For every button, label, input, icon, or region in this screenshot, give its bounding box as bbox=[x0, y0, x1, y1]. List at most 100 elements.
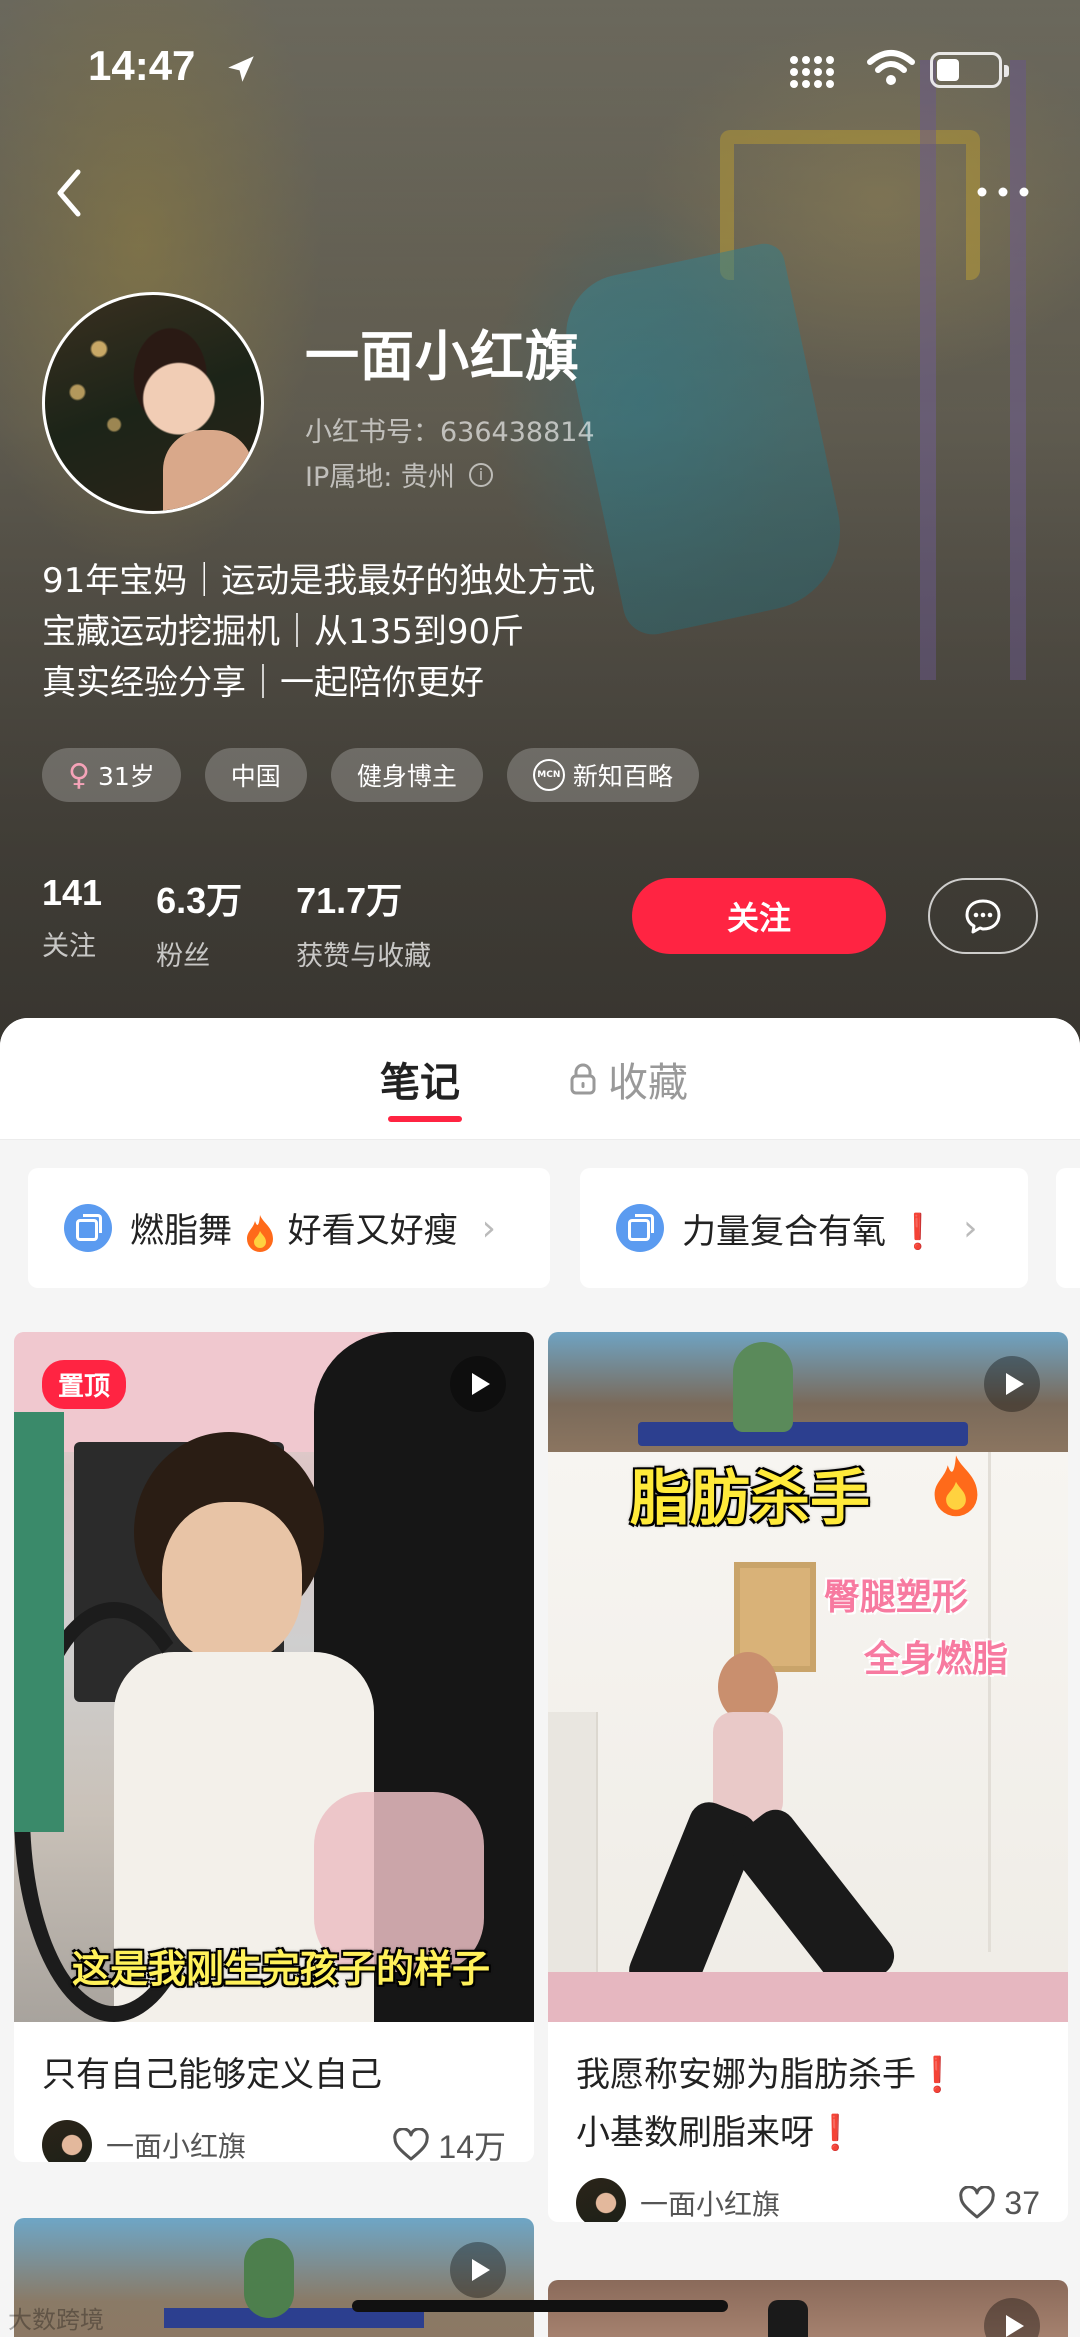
stat-label: 获赞与收藏 bbox=[296, 941, 432, 972]
collection-title-prefix: 力量复合有氧 bbox=[682, 1211, 886, 1252]
tag-profession-label: 健身博主 bbox=[356, 762, 457, 791]
like-button[interactable]: 37 bbox=[958, 2185, 1040, 2222]
ip-location-text: IP属地: 贵州 bbox=[305, 462, 455, 493]
pinned-badge: 置顶 bbox=[42, 1360, 127, 1409]
background-slide bbox=[555, 240, 855, 640]
background-pole bbox=[1010, 60, 1026, 680]
status-bar: 14:47 bbox=[0, 0, 1080, 140]
collection-title: 燃脂舞 好看又好瘦 bbox=[130, 1203, 458, 1253]
collection-title-prefix: 燃脂舞 bbox=[130, 1211, 232, 1252]
stat-value: 6.3万 bbox=[156, 880, 243, 921]
profile-stats: 141 关注 6.3万 粉丝 71.7万 获赞与收藏 bbox=[42, 872, 431, 973]
video-play-icon bbox=[450, 2242, 506, 2298]
back-button[interactable] bbox=[40, 158, 100, 228]
like-count: 14万 bbox=[438, 2129, 506, 2162]
message-button[interactable] bbox=[928, 878, 1038, 954]
stat-label: 粉丝 bbox=[156, 941, 211, 972]
note-title: 我愿称安娜为脂肪杀手❗ 小基数刷脂来呀❗ bbox=[548, 2022, 1068, 2162]
chevron-right-icon: › bbox=[481, 1207, 497, 1249]
active-tab-indicator bbox=[388, 1116, 462, 1122]
follow-button[interactable]: 关注 bbox=[632, 878, 886, 954]
chevron-right-icon: › bbox=[963, 1207, 978, 1249]
chat-bubble-icon bbox=[965, 899, 1001, 934]
more-dots-icon bbox=[977, 187, 1029, 197]
stat-followers[interactable]: 6.3万 粉丝 bbox=[156, 872, 242, 973]
stat-likes-collects[interactable]: 71.7万 获赞与收藏 bbox=[296, 872, 431, 973]
tag-profession: 健身博主 bbox=[330, 748, 483, 802]
watermark: 大数跨境 bbox=[8, 2306, 104, 2334]
tag-mcn[interactable]: MCN 新知百略 bbox=[506, 748, 699, 802]
fire-icon bbox=[934, 1455, 978, 1517]
profile-ip-location[interactable]: IP属地: 贵州 i bbox=[305, 455, 493, 494]
tabs-bar: 笔记 收藏 bbox=[0, 1018, 1080, 1140]
tab-notes-label: 笔记 bbox=[380, 1060, 460, 1106]
note-meta: 一面小红旗 14万 bbox=[14, 2120, 534, 2162]
note-cover-image: 置顶 这是我刚生完孩子的样子 bbox=[14, 1332, 534, 2022]
like-count: 37 bbox=[1004, 2184, 1040, 2221]
cover-caption-main: 脂肪杀手 bbox=[630, 1464, 870, 1534]
collection-icon bbox=[64, 1204, 112, 1252]
collection-card[interactable]: 力量复合有氧 ❗ › bbox=[580, 1168, 1028, 1288]
cover-caption: 这是我刚生完孩子的样子 bbox=[72, 1947, 491, 1991]
cover-caption-sub: 全身燃脂 bbox=[864, 1639, 1009, 1680]
info-icon[interactable]: i bbox=[468, 462, 493, 487]
battery-icon bbox=[930, 52, 1009, 88]
tag-age: ♀ 31岁 bbox=[42, 748, 181, 802]
fire-icon bbox=[246, 1214, 273, 1252]
author-name[interactable]: 一面小红旗 bbox=[106, 2125, 392, 2162]
tab-collections-label: 收藏 bbox=[608, 1060, 688, 1106]
collection-title-suffix: ❗ bbox=[896, 1211, 940, 1252]
tag-country: 中国 bbox=[204, 748, 307, 802]
collection-icon bbox=[616, 1204, 664, 1252]
like-button[interactable]: 14万 bbox=[392, 2122, 506, 2162]
note-card[interactable]: 置顶 这是我刚生完孩子的样子 只有自己能够定义自己 一面小红旗 14万 bbox=[14, 1332, 534, 2162]
video-play-icon bbox=[984, 2298, 1040, 2337]
author-avatar[interactable] bbox=[576, 2178, 626, 2222]
collection-title: 力量复合有氧 ❗ bbox=[682, 1204, 939, 1253]
bio-line: 91年宝妈｜运动是我最好的独处方式 bbox=[42, 561, 596, 601]
stat-value: 71.7万 bbox=[296, 880, 403, 921]
lock-icon bbox=[570, 1063, 596, 1095]
profile-tags: ♀ 31岁 中国 健身博主 MCN 新知百略 bbox=[42, 748, 699, 802]
heart-icon bbox=[393, 2128, 430, 2161]
note-meta: 一面小红旗 37 bbox=[548, 2178, 1068, 2222]
note-cover-image: 脂肪杀手 臀腿塑形 全身燃脂 bbox=[548, 1332, 1068, 2022]
status-time: 14:47 bbox=[88, 42, 196, 89]
bio-line: 宝藏运动挖掘机｜从135到90斤 bbox=[42, 612, 525, 652]
profile-nickname: 一面小红旗 bbox=[305, 325, 580, 388]
home-indicator[interactable] bbox=[352, 2300, 728, 2312]
stat-value: 141 bbox=[42, 872, 103, 913]
note-title-line: 小基数刷脂来呀❗ bbox=[576, 2113, 857, 2153]
stat-following[interactable]: 141 关注 bbox=[42, 872, 102, 973]
profile-bio: 91年宝妈｜运动是我最好的独处方式 宝藏运动挖掘机｜从135到90斤 真实经验分… bbox=[42, 556, 595, 709]
tab-collections[interactable]: 收藏 bbox=[568, 1050, 688, 1108]
cellular-signal-icon bbox=[790, 56, 834, 88]
collection-title-suffix: 好看又好瘦 bbox=[287, 1211, 458, 1252]
bio-line: 真实经验分享｜一起陪你更好 bbox=[42, 663, 484, 703]
chevron-left-icon bbox=[57, 169, 81, 217]
tab-notes[interactable]: 笔记 bbox=[380, 1050, 462, 1122]
wifi-icon bbox=[867, 50, 915, 85]
content-panel: 笔记 收藏 燃脂舞 好看又好瘦 › 力量复合有氧 ❗ › 置顶 这是我刚生完孩子… bbox=[0, 1018, 1080, 2337]
profile-avatar[interactable] bbox=[42, 292, 264, 514]
female-icon: ♀ bbox=[68, 757, 90, 793]
location-arrow-icon bbox=[228, 56, 254, 82]
cover-caption-sub: 臀腿塑形 bbox=[824, 1577, 969, 1618]
collection-card[interactable]: 燃脂舞 好看又好瘦 › bbox=[28, 1168, 550, 1288]
collection-card[interactable] bbox=[1056, 1168, 1080, 1288]
author-name[interactable]: 一面小红旗 bbox=[640, 2183, 958, 2222]
video-play-icon bbox=[984, 1356, 1040, 1412]
note-title-line: 我愿称安娜为脂肪杀手❗ bbox=[576, 2055, 959, 2095]
collections-row: 燃脂舞 好看又好瘦 › 力量复合有氧 ❗ › bbox=[0, 1168, 1080, 1292]
tag-country-label: 中国 bbox=[230, 762, 281, 791]
stat-label: 关注 bbox=[42, 931, 96, 962]
author-avatar[interactable] bbox=[42, 2120, 92, 2162]
note-card[interactable]: 脂肪杀手 臀腿塑形 全身燃脂 我愿称安娜为脂肪杀手❗ 小基数刷脂来呀❗ 一面小红… bbox=[548, 1332, 1068, 2222]
note-title: 只有自己能够定义自己 bbox=[42, 2055, 382, 2095]
profile-red-id[interactable]: 小红书号：636438814 bbox=[305, 410, 595, 449]
heart-icon bbox=[959, 2186, 996, 2219]
more-options-button[interactable] bbox=[970, 170, 1036, 214]
background-pole bbox=[920, 60, 936, 680]
mcn-icon: MCN bbox=[532, 759, 565, 791]
tag-mcn-label: 新知百略 bbox=[572, 762, 673, 791]
